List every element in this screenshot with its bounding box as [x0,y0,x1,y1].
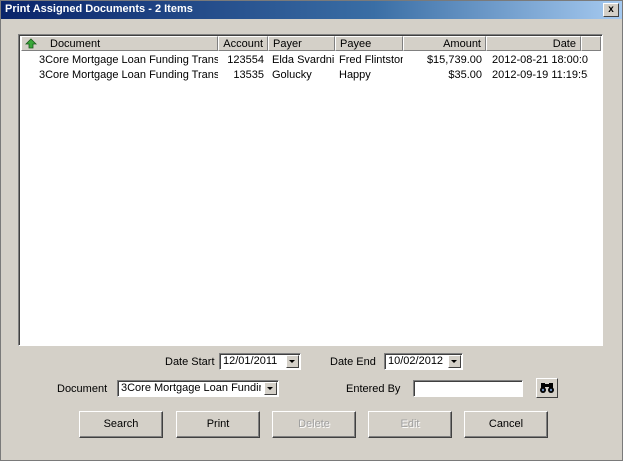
entered-by-label: Entered By [346,383,401,395]
list-header: Document Account Payer Payee Amount Date [21,36,601,51]
documents-list[interactable]: Document Account Payer Payee Amount Date… [18,34,603,346]
print-button[interactable]: Print [176,411,260,438]
window-title: Print Assigned Documents - 2 Items [5,3,193,15]
column-header-document[interactable]: Document [21,36,218,51]
table-row[interactable]: 3Core Mortgage Loan Funding Transactions… [21,52,601,67]
cell-payee: Happy [339,69,371,81]
cell-payer: Golucky [272,69,312,81]
sort-ascending-icon [25,38,37,49]
column-label: Date [552,38,576,50]
title-bar[interactable]: Print Assigned Documents - 2 Items x [1,1,622,19]
cell-date: 2012-08-21 18:00:07 [492,54,588,66]
cell-document: 3Core Mortgage Loan Funding Transactions [39,54,218,66]
column-header-date[interactable]: Date [486,36,581,51]
print-assigned-documents-window: Print Assigned Documents - 2 Items x Doc… [0,0,623,461]
delete-button[interactable]: Delete [272,411,356,438]
column-label: Payer [273,38,302,50]
close-button[interactable]: x [603,3,619,17]
column-header-account[interactable]: Account [218,36,268,51]
cell-document: 3Core Mortgage Loan Funding Transactions [39,69,218,81]
binoculars-icon [540,383,554,393]
cancel-button[interactable]: Cancel [464,411,548,438]
cell-account: 123554 [227,54,264,66]
find-user-button[interactable] [536,378,558,398]
table-row[interactable]: 3Core Mortgage Loan Funding Transactions… [21,67,601,82]
document-select-value: 3Core Mortgage Loan Funding Transactions [121,382,261,394]
date-end-picker[interactable]: 10/02/2012 [384,353,463,370]
chevron-down-icon[interactable] [264,382,277,395]
column-header-payer[interactable]: Payer [268,36,335,51]
chevron-down-icon[interactable] [448,355,461,368]
cell-payee: Fred Flintstone [339,54,403,66]
document-label: Document [57,383,108,395]
column-header-filler [581,36,601,51]
column-label: Amount [443,38,481,50]
column-label: Document [50,38,101,50]
document-select[interactable]: 3Core Mortgage Loan Funding Transactions [117,380,279,397]
column-header-amount[interactable]: Amount [403,36,486,51]
search-button[interactable]: Search [79,411,163,438]
cell-date: 2012-09-19 11:19:53 [492,69,588,81]
edit-button[interactable]: Edit [368,411,452,438]
column-header-payee[interactable]: Payee [335,36,403,51]
cell-account: 13535 [233,69,264,81]
date-start-value: 12/01/2011 [223,355,278,367]
cell-amount: $15,739.00 [426,54,482,66]
cell-amount: $35.00 [448,69,482,81]
entered-by-field[interactable] [413,380,523,397]
date-start-label: Date Start [165,356,215,368]
date-start-picker[interactable]: 12/01/2011 [219,353,301,370]
cell-payer: Elda Svardnik [272,54,335,66]
column-label: Payee [340,38,372,50]
date-end-label: Date End [330,356,376,368]
chevron-down-icon[interactable] [286,355,299,368]
date-end-value: 10/02/2012 [388,355,444,367]
column-label: Account [223,38,263,50]
